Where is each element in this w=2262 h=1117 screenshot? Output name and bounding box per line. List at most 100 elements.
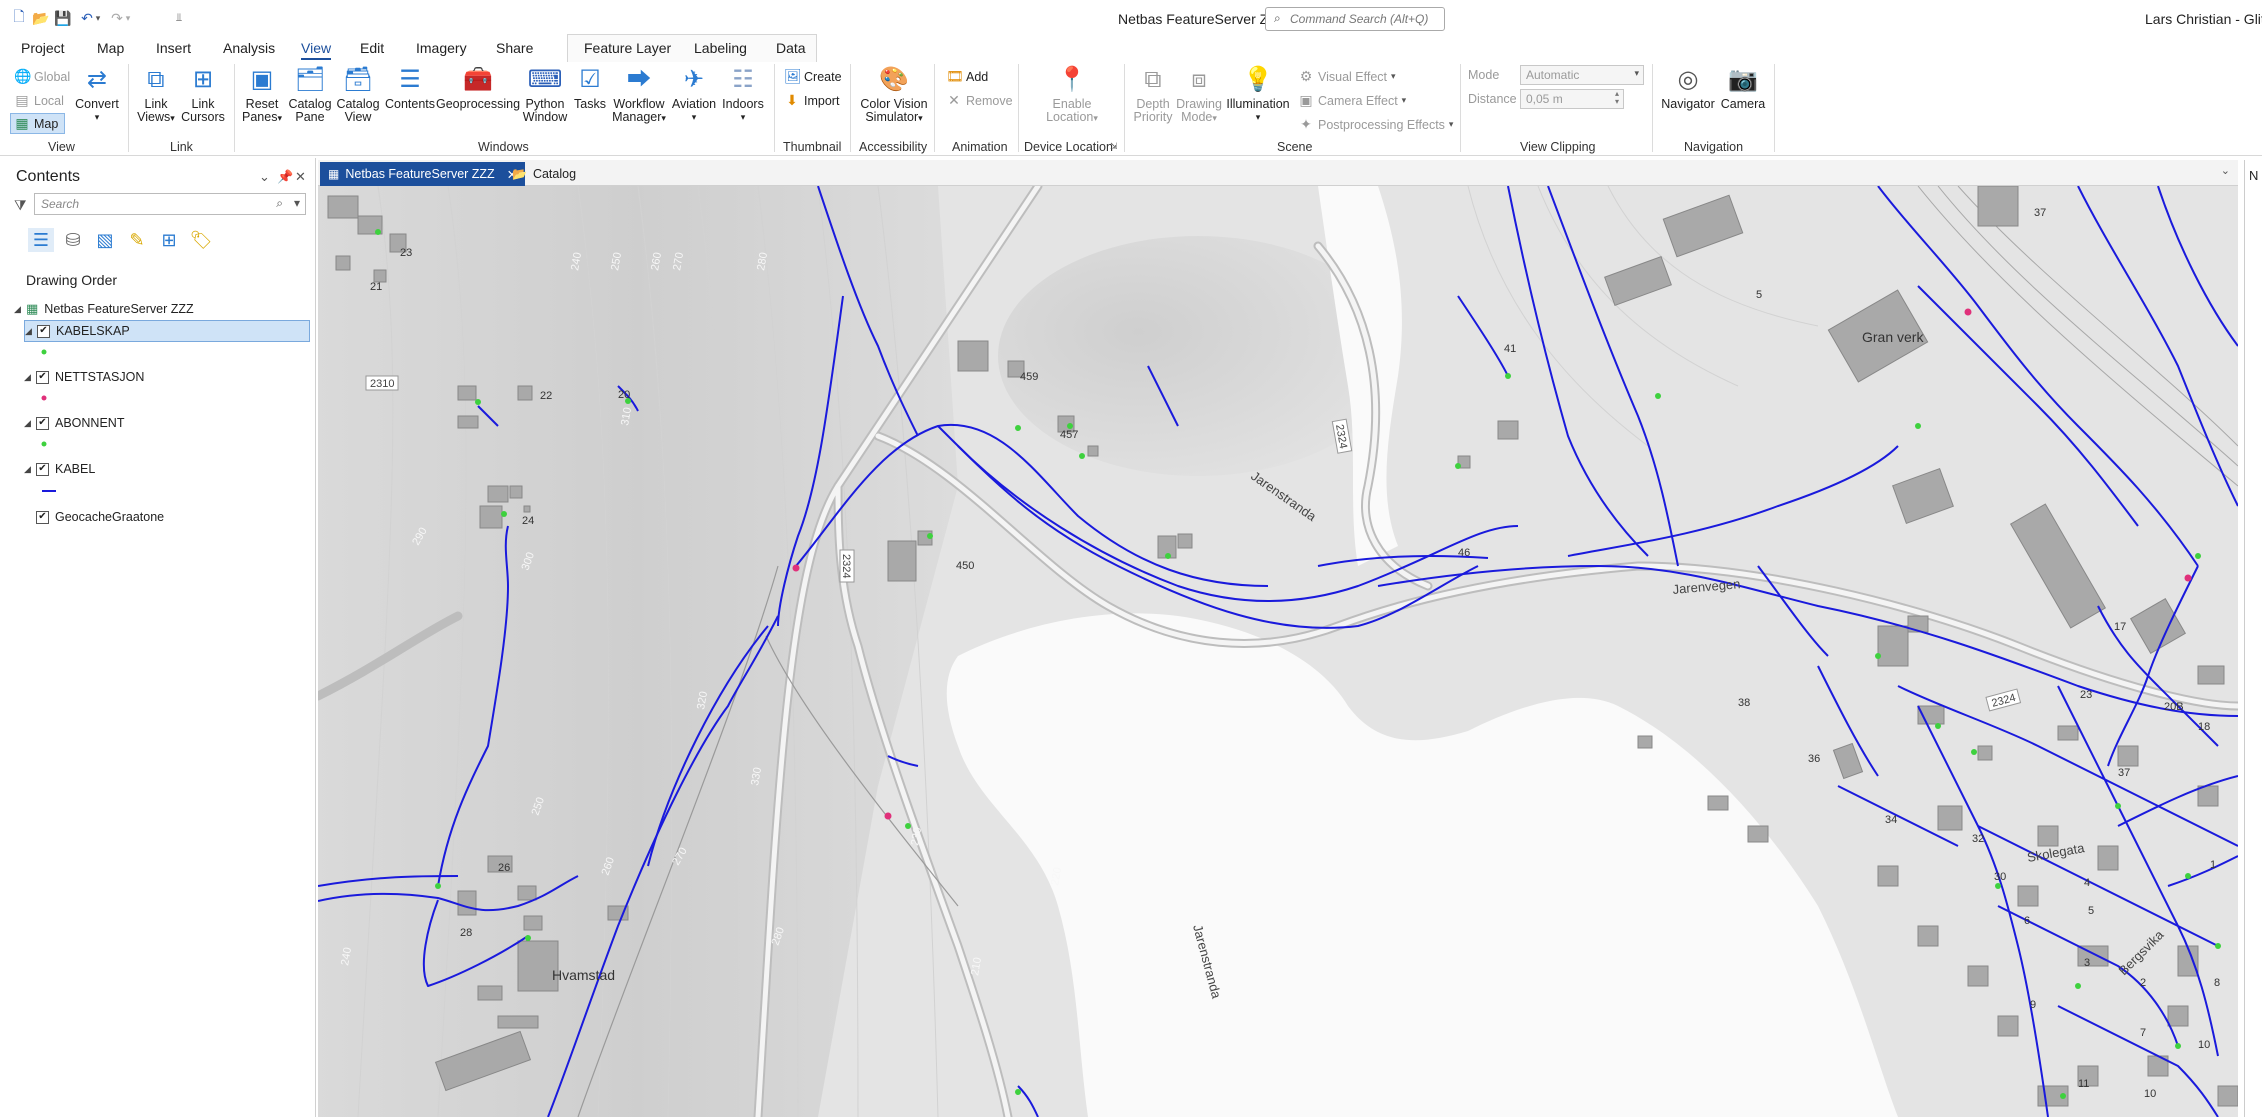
- navigator-button[interactable]: ◎ Navigator: [1658, 64, 1718, 111]
- right-side-pane[interactable]: N: [2244, 160, 2262, 1117]
- list-by-selection-icon[interactable]: ▧: [92, 228, 118, 252]
- chevron-down-icon[interactable]: ▾: [294, 196, 300, 210]
- kabelskap-point[interactable]: [1015, 1089, 1021, 1095]
- map-view-button[interactable]: ▦ Map: [10, 113, 66, 134]
- kabelskap-point[interactable]: [927, 533, 933, 539]
- tab-edit[interactable]: Edit: [360, 40, 384, 56]
- tab-labeling[interactable]: Labeling: [694, 40, 747, 56]
- postprocessing-effects-button[interactable]: ✦ Postprocessing Effects ▾: [1298, 116, 1453, 133]
- link-views-button[interactable]: ⧉ Link Views▾: [133, 64, 179, 125]
- list-by-labeling-icon[interactable]: 🏷: [188, 228, 214, 252]
- map-canvas[interactable]: 2310 2324 2324 2324 Jarenstranda Jarenve…: [318, 186, 2238, 1117]
- enable-location-button[interactable]: 📍 Enable Location▾: [1034, 64, 1110, 125]
- nettstasjon-point[interactable]: [1964, 308, 1972, 316]
- kabelskap-point[interactable]: [2185, 873, 2191, 879]
- aviation-button[interactable]: ✈ Aviation ▾: [668, 64, 720, 124]
- expand-icon[interactable]: ◢: [24, 372, 36, 383]
- tab-map[interactable]: Map: [97, 40, 124, 56]
- kabelskap-point[interactable]: [525, 935, 531, 941]
- color-vision-simulator-button[interactable]: 🎨 Color Vision Simulator▾: [856, 64, 932, 125]
- kabelskap-point[interactable]: [2215, 943, 2221, 949]
- nettstasjon-point[interactable]: [792, 564, 800, 572]
- list-by-editing-icon[interactable]: ✎: [124, 228, 150, 252]
- map-node[interactable]: ◢ ▦ Netbas FeatureServer ZZZ: [14, 298, 194, 320]
- layer-row-geocachegraatone[interactable]: ✔ GeocacheGraatone: [24, 506, 164, 528]
- tab-data[interactable]: Data: [776, 40, 806, 56]
- create-thumbnail-button[interactable]: 🖼 Create: [784, 68, 842, 85]
- indoors-button[interactable]: ☷ Indoors ▾: [720, 64, 766, 124]
- nettstasjon-point[interactable]: [2184, 574, 2192, 582]
- layer-visibility-checkbox[interactable]: ✔: [36, 510, 49, 524]
- save-project-icon[interactable]: 💾: [54, 9, 72, 27]
- nettstasjon-point[interactable]: [884, 812, 892, 820]
- kabelskap-point[interactable]: [1655, 393, 1661, 399]
- contents-button[interactable]: ☰ Contents: [383, 64, 437, 111]
- catalog-view-button[interactable]: 🗃 Catalog View: [334, 64, 382, 124]
- expand-icon[interactable]: ◢: [14, 304, 26, 315]
- layer-row-abonnent[interactable]: ◢ ✔ ABONNENT: [24, 412, 124, 434]
- kabelskap-point[interactable]: [1971, 749, 1977, 755]
- tab-view[interactable]: View: [301, 40, 332, 60]
- remove-animation-button[interactable]: ✕ Remove: [946, 92, 1012, 109]
- list-by-data-source-icon[interactable]: ⛁: [60, 228, 86, 252]
- layer-visibility-checkbox[interactable]: ✔: [37, 324, 50, 338]
- clipping-distance-input[interactable]: 0,05 m ▴ ▾: [1520, 89, 1624, 109]
- kabelskap-point[interactable]: [2075, 983, 2081, 989]
- import-thumbnail-button[interactable]: ⬇ Import: [784, 92, 839, 109]
- geoprocessing-button[interactable]: 🧰 Geoprocessing: [436, 64, 520, 111]
- expand-icon[interactable]: ◢: [25, 326, 37, 337]
- camera-button[interactable]: 📷 Camera: [1718, 64, 1768, 111]
- depth-priority-button[interactable]: ⧉ Depth Priority: [1130, 64, 1176, 124]
- kabelskap-point[interactable]: [1505, 373, 1511, 379]
- camera-effect-button[interactable]: ▣ Camera Effect ▾: [1298, 92, 1406, 109]
- kabelskap-point[interactable]: [1935, 723, 1941, 729]
- catalog-pane-button[interactable]: 🗂 Catalog Pane: [286, 64, 334, 124]
- kabelskap-point[interactable]: [1875, 653, 1881, 659]
- undo-dropdown-icon[interactable]: ▾: [93, 9, 103, 27]
- python-window-button[interactable]: ⌨ Python Window: [520, 64, 570, 124]
- layer-row-nettstasjon[interactable]: ◢ ✔ NETTSTASJON: [24, 366, 144, 388]
- visual-effect-button[interactable]: ⚙ Visual Effect ▾: [1298, 68, 1396, 85]
- layer-row-kabel[interactable]: ◢ ✔ KABEL: [24, 458, 95, 480]
- filter-icon[interactable]: ⧩: [14, 197, 27, 214]
- kabelskap-point[interactable]: [2060, 1093, 2066, 1099]
- signed-in-user[interactable]: Lars Christian - Glitre E: [2145, 11, 2262, 27]
- tab-analysis[interactable]: Analysis: [223, 40, 275, 56]
- kabelskap-point[interactable]: [905, 823, 911, 829]
- tab-imagery[interactable]: Imagery: [416, 40, 467, 56]
- convert-button[interactable]: ⇄ Convert ▾: [74, 64, 120, 124]
- tab-share[interactable]: Share: [496, 40, 533, 56]
- list-by-drawing-order-icon[interactable]: ☰: [28, 228, 54, 252]
- kabelskap-point[interactable]: [1995, 883, 2001, 889]
- kabelskap-point[interactable]: [1015, 425, 1021, 431]
- clipping-mode-select[interactable]: Automatic ▾: [1520, 65, 1644, 85]
- spinner-icon[interactable]: ▴ ▾: [1615, 90, 1619, 106]
- expand-icon[interactable]: ◢: [24, 418, 36, 429]
- contents-search-input[interactable]: Search ⌕ ▾: [34, 193, 306, 215]
- tab-list-dropdown-icon[interactable]: ⌄: [2221, 164, 2230, 177]
- kabelskap-point[interactable]: [435, 883, 441, 889]
- pane-options-icon[interactable]: ⌄: [259, 169, 270, 185]
- kabelskap-point[interactable]: [2115, 803, 2121, 809]
- new-project-icon[interactable]: 🗋: [10, 8, 28, 27]
- layer-row-kabelskap[interactable]: ◢ ✔ KABELSKAP: [24, 320, 310, 342]
- layer-visibility-checkbox[interactable]: ✔: [36, 370, 49, 384]
- list-by-snapping-icon[interactable]: ⊞: [156, 228, 182, 252]
- layer-visibility-checkbox[interactable]: ✔: [36, 462, 49, 476]
- kabelskap-point[interactable]: [1165, 553, 1171, 559]
- global-view-button[interactable]: 🌐 Global: [14, 68, 70, 85]
- workflow-manager-button[interactable]: ⮕ Workflow Manager▾: [610, 64, 668, 125]
- local-view-button[interactable]: ▤ Local: [14, 92, 64, 109]
- layer-visibility-checkbox[interactable]: ✔: [36, 416, 49, 430]
- kabelskap-point[interactable]: [501, 511, 507, 517]
- device-location-launcher-icon[interactable]: ⇲: [1110, 141, 1118, 152]
- map-svg[interactable]: 2310 2324 2324 2324 Jarenstranda Jarenve…: [318, 186, 2238, 1117]
- tab-map-netbas[interactable]: ▦ Netbas FeatureServer ZZZ ✕: [320, 162, 526, 186]
- kabelskap-point[interactable]: [375, 229, 381, 235]
- kabelskap-point[interactable]: [1455, 463, 1461, 469]
- kabelskap-point[interactable]: [1915, 423, 1921, 429]
- open-project-icon[interactable]: 📂: [32, 9, 50, 27]
- customize-qat-icon[interactable]: ⫫: [170, 9, 188, 27]
- tasks-button[interactable]: ☑ Tasks: [570, 64, 610, 111]
- link-cursors-button[interactable]: ⊞ Link Cursors: [180, 64, 226, 124]
